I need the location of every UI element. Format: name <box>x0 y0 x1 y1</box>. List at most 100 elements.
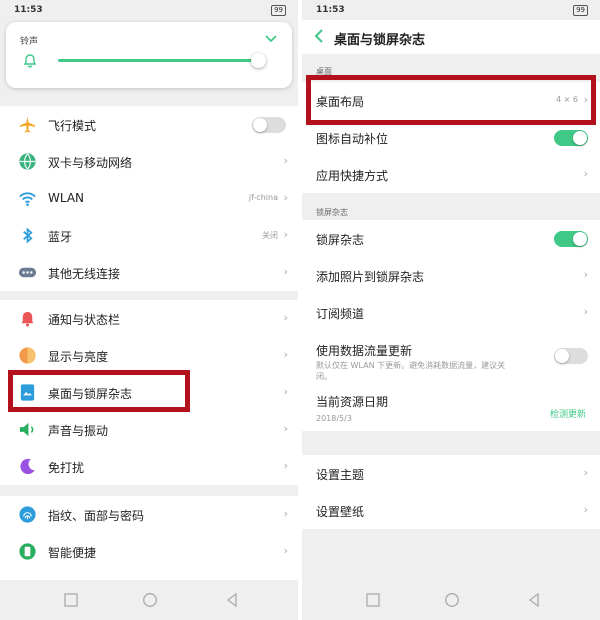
other-wireless-label: 其他无线连接 <box>48 267 121 281</box>
sound-vibration-label: 声音与振动 <box>48 424 109 438</box>
row-sound-vibration[interactable]: 声音与振动 › <box>0 411 298 448</box>
page-title: 桌面与锁屏杂志 <box>334 33 426 48</box>
battery-icon: 99 <box>271 5 286 16</box>
highlight-box <box>306 75 596 125</box>
moon-icon <box>20 458 35 475</box>
row-airplane-mode[interactable]: 飞行模式 <box>0 106 298 143</box>
row-display-brightness[interactable]: 显示与亮度 › <box>0 337 298 374</box>
smart-assist-label: 智能便捷 <box>48 546 97 560</box>
ringtone-card: 铃声 <box>6 22 292 88</box>
airplane-mode-toggle[interactable] <box>252 117 286 133</box>
lock-magazine-label: 锁屏杂志 <box>316 233 365 247</box>
toggle-knob <box>253 118 267 132</box>
more-dots-icon <box>18 267 37 278</box>
battery-icon: 99 <box>573 5 588 16</box>
wlan-label: WLAN <box>48 191 85 205</box>
lock-magazine-toggle[interactable] <box>554 231 588 247</box>
section-lock-magazine-label: 锁屏杂志 <box>316 208 348 217</box>
row-set-theme[interactable]: 设置主题 › <box>302 455 600 492</box>
toggle-knob <box>573 232 587 246</box>
row-do-not-disturb[interactable]: 免打扰 › <box>0 448 298 485</box>
chevron-right-icon: › <box>283 228 288 241</box>
app-shortcuts-label: 应用快捷方式 <box>316 169 389 183</box>
chevron-right-icon: › <box>283 507 288 520</box>
bell-icon <box>21 311 34 327</box>
display-brightness-label: 显示与亮度 <box>48 350 109 364</box>
chevron-right-icon: › <box>283 265 288 278</box>
speaker-icon <box>19 422 34 437</box>
row-sim-network[interactable]: 双卡与移动网络 › <box>0 143 298 180</box>
resource-date-label: 当前资源日期 <box>316 395 389 409</box>
data-update-toggle[interactable] <box>554 348 588 364</box>
row-other-wireless[interactable]: 其他无线连接 › <box>0 254 298 291</box>
row-smart-assist[interactable]: 智能便捷 › <box>0 533 298 570</box>
icon-auto-fill-label: 图标自动补位 <box>316 132 389 146</box>
airplane-mode-label: 飞行模式 <box>48 119 97 133</box>
smart-icon <box>19 543 36 560</box>
wlan-network-name: jf-china <box>248 193 278 202</box>
status-bar: 11:53 99 <box>0 0 298 20</box>
home-icon[interactable] <box>142 592 158 608</box>
notifications-label: 通知与状态栏 <box>48 313 121 327</box>
home-icon[interactable] <box>444 592 460 608</box>
bluetooth-icon <box>23 227 33 244</box>
data-update-description: 默认仅在 WLAN 下更新。避免消耗数据流量，建议关 <box>316 361 506 370</box>
set-theme-label: 设置主题 <box>316 468 365 482</box>
row-lock-magazine[interactable]: 锁屏杂志 <box>302 220 600 257</box>
row-data-update[interactable]: 使用数据流量更新 默认仅在 WLAN 下更新。避免消耗数据流量，建议关 闭。 <box>302 331 600 385</box>
row-app-shortcuts[interactable]: 应用快捷方式 › <box>302 156 600 193</box>
chevron-right-icon: › <box>283 544 288 557</box>
row-resource-date: 当前资源日期 2018/5/3 检测更新 <box>302 385 600 431</box>
row-fingerprint-password[interactable]: 指纹、面部与密码 › <box>0 496 298 533</box>
chevron-right-icon: › <box>283 311 288 324</box>
row-subscribe-channels[interactable]: 订阅频道 › <box>302 294 600 331</box>
resource-date-value: 2018/5/3 <box>316 414 352 423</box>
row-add-photos[interactable]: 添加照片到锁屏杂志 › <box>302 257 600 294</box>
row-bluetooth[interactable]: 蓝牙 关闭 › <box>0 217 298 254</box>
back-arrow-icon[interactable] <box>312 28 326 44</box>
row-set-wallpaper[interactable]: 设置壁纸 › <box>302 492 600 529</box>
subscribe-channels-label: 订阅频道 <box>316 307 365 321</box>
chevron-right-icon: › <box>583 503 588 516</box>
chevron-right-icon: › <box>283 154 288 167</box>
bluetooth-label: 蓝牙 <box>48 230 73 244</box>
chevron-right-icon: › <box>283 191 288 204</box>
do-not-disturb-label: 免打扰 <box>48 461 85 475</box>
chevron-right-icon: › <box>583 466 588 479</box>
chevron-right-icon: › <box>583 268 588 281</box>
chevron-right-icon: › <box>583 305 588 318</box>
chevron-right-icon: › <box>283 422 288 435</box>
set-wallpaper-label: 设置壁纸 <box>316 505 365 519</box>
page-header: 桌面与锁屏杂志 <box>302 20 600 54</box>
data-update-description-2: 闭。 <box>316 372 332 381</box>
toggle-knob <box>573 131 587 145</box>
navigation-bar <box>0 580 298 620</box>
theme-group: 设置主题 › 设置壁纸 › <box>302 455 600 529</box>
brightness-icon <box>19 347 36 364</box>
security-group: 指纹、面部与密码 › 智能便捷 › <box>0 496 298 580</box>
ringtone-volume-track[interactable] <box>58 59 258 62</box>
data-update-label: 使用数据流量更新 <box>316 344 413 358</box>
chevron-down-icon[interactable] <box>264 32 278 46</box>
row-wlan[interactable]: WLAN jf-china › <box>0 180 298 217</box>
sim-globe-icon <box>19 153 36 170</box>
fingerprint-password-label: 指纹、面部与密码 <box>48 509 145 523</box>
bluetooth-status: 关闭 <box>262 231 278 240</box>
row-notifications[interactable]: 通知与状态栏 › <box>0 300 298 337</box>
chevron-right-icon: › <box>583 167 588 180</box>
toggle-knob <box>555 349 569 363</box>
recents-icon[interactable] <box>63 592 79 608</box>
icon-auto-fill-toggle[interactable] <box>554 130 588 146</box>
back-icon[interactable] <box>224 592 240 608</box>
settings-panel: 11:53 99 铃声 飞行模式 双卡与移动网络 › WLAN jf-china… <box>0 0 298 620</box>
lock-magazine-group: 锁屏杂志 添加照片到锁屏杂志 › 订阅频道 › 使用数据流量更新 默认仅在 WL… <box>302 220 600 431</box>
add-photos-label: 添加照片到锁屏杂志 <box>316 270 425 284</box>
status-bar: 11:53 99 <box>302 0 600 20</box>
ringtone-volume-knob[interactable] <box>251 53 266 68</box>
chevron-right-icon: › <box>283 385 288 398</box>
check-update-link[interactable]: 检测更新 <box>550 407 586 420</box>
recents-icon[interactable] <box>365 592 381 608</box>
highlight-box <box>8 370 190 412</box>
back-icon[interactable] <box>526 592 542 608</box>
ringtone-label: 铃声 <box>20 37 39 47</box>
